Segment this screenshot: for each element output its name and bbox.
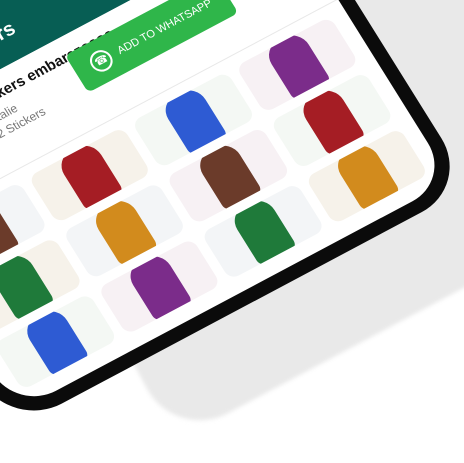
whatsapp-icon: ☎ <box>86 46 118 76</box>
phone-notch <box>0 0 105 16</box>
add-to-whatsapp-label: ADD TO WHATSAPP <box>115 0 215 57</box>
